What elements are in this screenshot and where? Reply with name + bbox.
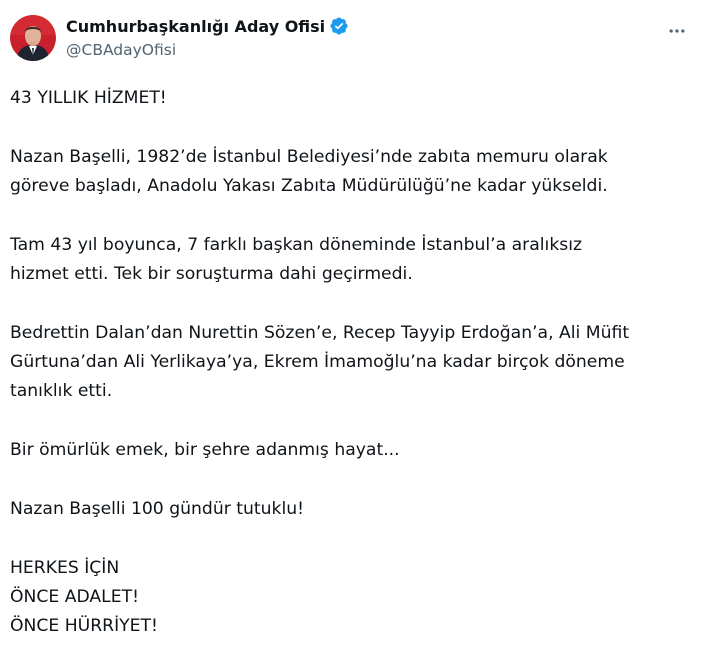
profile-avatar[interactable] xyxy=(10,15,56,61)
tweet-paragraph: Nazan Başelli 100 gündür tutuklu! xyxy=(10,495,695,524)
tweet-line: ÖNCE HÜRRİYET! xyxy=(10,616,158,636)
author-display-name[interactable]: Cumhurbaşkanlığı Aday Ofisi xyxy=(66,17,325,36)
tweet-paragraph: Bir ömürlük emek, bir şehre adanmış haya… xyxy=(10,436,695,465)
tweet-card: Cumhurbaşkanlığı Aday Ofisi @CBAdayOfisi… xyxy=(0,0,707,638)
verified-badge-icon xyxy=(329,16,349,36)
tweet-line: göreve başladı, Anadolu Yakası Zabıta Mü… xyxy=(10,176,608,196)
tweet-paragraph: Nazan Başelli, 1982’de İstanbul Belediye… xyxy=(10,143,695,201)
tweet-paragraph: Tam 43 yıl boyunca, 7 farklı başkan döne… xyxy=(10,231,695,289)
tweet-line: Nazan Başelli, 1982’de İstanbul Belediye… xyxy=(10,147,608,167)
more-horizontal-icon[interactable] xyxy=(663,19,691,43)
tweet-line: Gürtuna’dan Ali Yerlikaya’ya, Ekrem İmam… xyxy=(10,352,625,372)
tweet-line: Bir ömürlük emek, bir şehre adanmış haya… xyxy=(10,440,400,460)
author-handle[interactable]: @CBAdayOfisi xyxy=(66,41,349,59)
tweet-line: Nazan Başelli 100 gündür tutuklu! xyxy=(10,499,305,519)
name-row: Cumhurbaşkanlığı Aday Ofisi xyxy=(66,13,349,39)
author-identity: Cumhurbaşkanlığı Aday Ofisi @CBAdayOfisi xyxy=(66,13,349,59)
tweet-text: 43 YILLIK HİZMET! Nazan Başelli, 1982’de… xyxy=(10,84,695,671)
tweet-paragraph: 43 YILLIK HİZMET! xyxy=(10,84,695,113)
tweet-line: tanıklık etti. xyxy=(10,381,113,401)
tweet-line: Bedrettin Dalan’dan Nurettin Sözen’e, Re… xyxy=(10,323,630,343)
tweet-line: ÖNCE ADALET! xyxy=(10,587,139,607)
tweet-paragraph: HERKES İÇİN ÖNCE ADALET! ÖNCE HÜRRİYET! xyxy=(10,554,695,641)
tweet-line: 43 YILLIK HİZMET! xyxy=(10,88,167,108)
tweet-paragraph: Bedrettin Dalan’dan Nurettin Sözen’e, Re… xyxy=(10,319,695,406)
tweet-line: HERKES İÇİN xyxy=(10,558,120,578)
tweet-header: Cumhurbaşkanlığı Aday Ofisi @CBAdayOfisi xyxy=(10,13,695,67)
tweet-line: hizmet etti. Tek bir soruşturma dahi geç… xyxy=(10,264,413,284)
tweet-line: Tam 43 yıl boyunca, 7 farklı başkan döne… xyxy=(10,235,583,255)
